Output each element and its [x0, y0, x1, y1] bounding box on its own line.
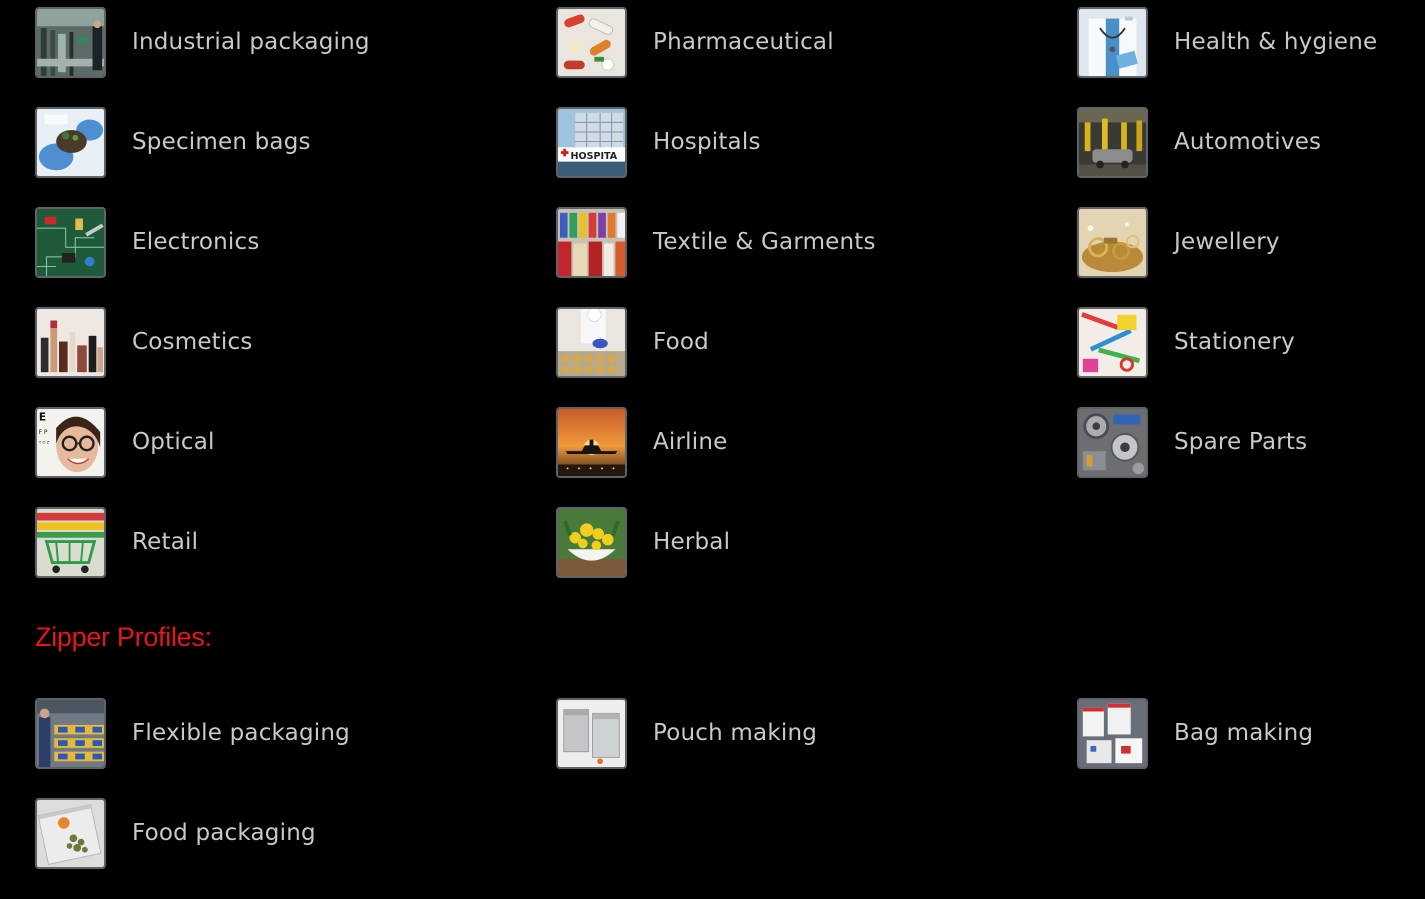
- industry-item-industrial-packaging[interactable]: Industrial packaging: [35, 5, 556, 79]
- food-trays-image-icon: [556, 306, 627, 378]
- zipper-item-food-packaging[interactable]: Food packaging: [35, 796, 556, 870]
- industry-label: Automotives: [1174, 129, 1322, 155]
- industry-item-health-hygiene[interactable]: Health & hygiene: [1077, 5, 1425, 79]
- industry-item-hospitals[interactable]: HOSPITA Hospitals: [556, 105, 1077, 179]
- factory-line-image-icon: [35, 6, 106, 78]
- herbal-flowers-image-icon: [556, 506, 627, 578]
- zipper-label: Bag making: [1174, 720, 1314, 746]
- zipper-item-pouch-making[interactable]: Pouch making: [556, 696, 1077, 770]
- industry-item-optical[interactable]: E F P T O Z Optical: [35, 405, 556, 479]
- industry-label: Spare Parts: [1174, 429, 1308, 455]
- industries-grid: Industrial packaging Pharmaceutical Heal…: [35, 5, 1425, 605]
- industry-item-airline[interactable]: Airline: [556, 405, 1077, 479]
- zipper-profiles-heading: Zipper Profiles:: [35, 622, 212, 652]
- foil-pouch-image-icon: [556, 697, 627, 769]
- pills-image-icon: [556, 6, 627, 78]
- svg-text:T O Z: T O Z: [38, 439, 50, 444]
- industry-item-cosmetics[interactable]: Cosmetics: [35, 305, 556, 379]
- industry-label: Specimen bags: [132, 129, 311, 155]
- industry-label: Industrial packaging: [132, 29, 370, 55]
- specimen-image-icon: [35, 106, 106, 178]
- industry-item-jewellery[interactable]: Jewellery: [1077, 205, 1425, 279]
- film-rolls-image-icon: [35, 697, 106, 769]
- jewellery-image-icon: [1077, 206, 1148, 278]
- industry-item-specimen-bags[interactable]: Specimen bags: [35, 105, 556, 179]
- glasses-woman-image-icon: E F P T O Z: [35, 406, 106, 478]
- airplane-sunset-image-icon: [556, 406, 627, 478]
- industry-label: Cosmetics: [132, 329, 253, 355]
- industry-item-retail[interactable]: Retail: [35, 505, 556, 579]
- industry-item-automotives[interactable]: Automotives: [1077, 105, 1425, 179]
- svg-text:F P: F P: [39, 429, 48, 435]
- stationery-image-icon: [1077, 306, 1148, 378]
- zipper-label: Pouch making: [653, 720, 818, 746]
- industries-page: Industrial packaging Pharmaceutical Heal…: [0, 0, 1425, 899]
- industry-label: Textile & Garments: [653, 229, 876, 255]
- industry-item-food[interactable]: Food: [556, 305, 1077, 379]
- shopping-cart-image-icon: [35, 506, 106, 578]
- industry-label: Electronics: [132, 229, 260, 255]
- industry-label: Jewellery: [1174, 229, 1280, 255]
- industry-label: Health & hygiene: [1174, 29, 1378, 55]
- svg-text:HOSPITA: HOSPITA: [570, 150, 617, 161]
- car-assembly-image-icon: [1077, 106, 1148, 178]
- doctor-image-icon: [1077, 6, 1148, 78]
- zipper-item-bag-making[interactable]: Bag making: [1077, 696, 1425, 770]
- thread-spools-image-icon: [556, 206, 627, 278]
- spare-parts-image-icon: [1077, 406, 1148, 478]
- food-zip-bag-image-icon: [35, 797, 106, 869]
- industry-item-electronics[interactable]: Electronics: [35, 205, 556, 279]
- industry-item-textile-garments[interactable]: Textile & Garments: [556, 205, 1077, 279]
- zipper-item-flexible-packaging[interactable]: Flexible packaging: [35, 696, 556, 770]
- industry-label: Herbal: [653, 529, 731, 555]
- industry-label: Stationery: [1174, 329, 1295, 355]
- industry-item-spare-parts[interactable]: Spare Parts: [1077, 405, 1425, 479]
- industry-item-herbal[interactable]: Herbal: [556, 505, 1077, 579]
- zip-bags-image-icon: [1077, 697, 1148, 769]
- industry-label: Hospitals: [653, 129, 761, 155]
- hospital-building-image-icon: HOSPITA: [556, 106, 627, 178]
- zipper-label: Flexible packaging: [132, 720, 350, 746]
- industry-label: Optical: [132, 429, 215, 455]
- industry-item-pharmaceutical[interactable]: Pharmaceutical: [556, 5, 1077, 79]
- circuit-board-image-icon: [35, 206, 106, 278]
- industry-label: Airline: [653, 429, 728, 455]
- industry-item-stationery[interactable]: Stationery: [1077, 305, 1425, 379]
- svg-text:E: E: [39, 411, 46, 423]
- industry-label: Food: [653, 329, 709, 355]
- zipper-label: Food packaging: [132, 820, 316, 846]
- cosmetics-image-icon: [35, 306, 106, 378]
- industry-label: Pharmaceutical: [653, 29, 834, 55]
- industry-label: Retail: [132, 529, 199, 555]
- zipper-profiles-grid: Flexible packaging Pouch making Bag maki…: [35, 696, 1425, 896]
